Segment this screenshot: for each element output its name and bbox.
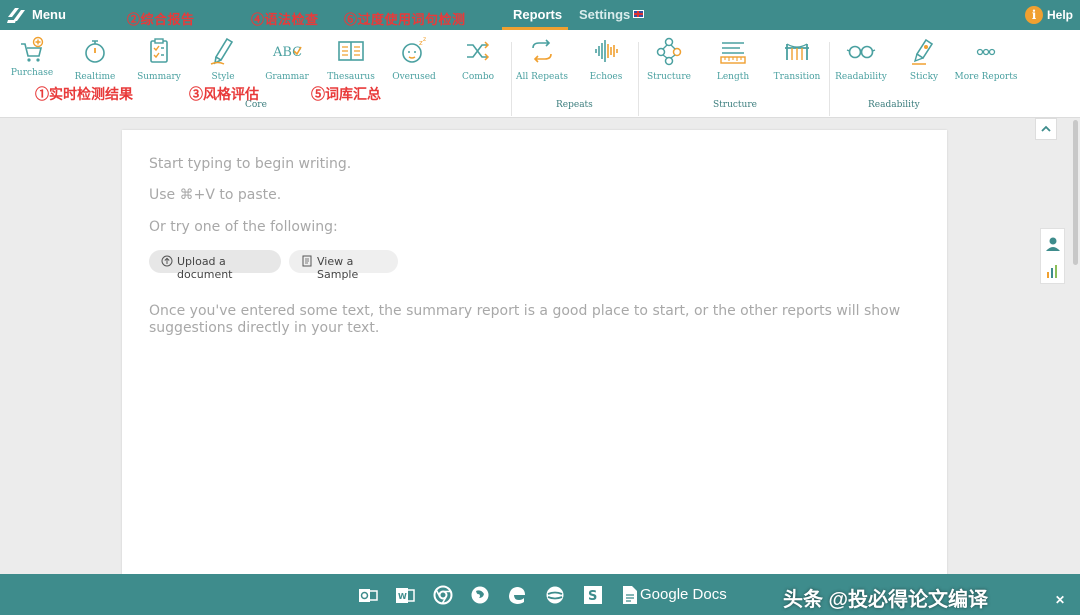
group-label-structure: Structure [713, 100, 757, 110]
tool-combo-label: Combo [461, 72, 495, 82]
svg-text:W: W [398, 592, 407, 601]
chevron-up-icon [1041, 125, 1051, 132]
view-sample-label: View a Sample [317, 255, 359, 281]
tool-overused-label: Overused [392, 72, 436, 82]
clipboard-icon [150, 38, 168, 63]
tool-purchase[interactable]: Purchase [0, 36, 64, 78]
outlook-icon[interactable] [358, 585, 378, 605]
tool-summary[interactable]: Summary [127, 36, 191, 82]
info-icon[interactable]: i [1025, 6, 1043, 24]
tab-settings-label: Settings [579, 7, 631, 22]
tool-readability[interactable]: Readability [829, 36, 893, 82]
bridge-icon [785, 43, 809, 60]
tool-echoes-label: Echoes [589, 72, 623, 82]
tool-more-reports-label: More Reports [954, 72, 1018, 82]
stats-bars-icon[interactable] [1041, 257, 1065, 283]
upload-document-button[interactable]: Upload a document [149, 250, 281, 281]
placeholder-line-1: Start typing to begin writing. [149, 156, 352, 172]
tool-grammar[interactable]: ABC Grammar [255, 36, 319, 82]
side-panel [1040, 228, 1065, 284]
svg-text:S: S [588, 589, 597, 604]
abc-check-icon: ABC [272, 45, 302, 60]
glue-icon [912, 38, 934, 65]
scrollbar-thumb[interactable] [1073, 120, 1078, 265]
tool-purchase-label: Purchase [10, 68, 54, 78]
annotation-overused: ⑥过度使用词句检测 [344, 12, 466, 27]
tool-realtime[interactable]: Realtime [63, 36, 127, 82]
stopwatch-icon [85, 40, 105, 63]
annotation-summary: ②综合报告 [127, 12, 195, 27]
safari-icon[interactable] [545, 585, 565, 605]
tool-readability-label: Readability [835, 72, 887, 82]
book-icon [338, 41, 364, 61]
group-label-repeats: Repeats [556, 100, 593, 110]
ruler-icon [720, 42, 746, 64]
top-bar: Menu ②综合报告 ④语法检查 ⑥过度使用词句检测 Reports Setti… [0, 0, 1080, 30]
firefox-icon[interactable] [470, 585, 490, 605]
pen-icon [210, 37, 234, 65]
tool-transition[interactable]: Transition [765, 36, 829, 82]
glasses-icon [846, 45, 876, 59]
watermark: 头条 @投必得论文编译 [783, 589, 989, 611]
tool-structure-label: Structure [647, 72, 691, 82]
shuffle-icon [467, 41, 490, 61]
tool-length[interactable]: Length [701, 36, 765, 82]
tool-all-repeats[interactable]: All Repeats [510, 36, 574, 82]
summary-hint: Once you've entered some text, the summa… [149, 303, 901, 336]
tool-style-label: Style [211, 72, 235, 82]
tool-realtime-label: Realtime [74, 72, 116, 82]
tool-style[interactable]: Style [191, 36, 255, 82]
cart-plus-icon [21, 36, 44, 62]
sleepy-face-icon: z z [402, 36, 426, 63]
integrations-bar: W S Google Docs 头条 @投必得论文编译 ✕ [0, 574, 1080, 615]
word-icon[interactable]: W [395, 585, 415, 605]
tab-reports[interactable]: Reports [513, 7, 562, 22]
repeat-arrows-icon [532, 39, 552, 63]
annotation-thesaurus: ⑤词库汇总 [311, 86, 381, 102]
tool-echoes[interactable]: Echoes [574, 36, 638, 82]
tab-settings[interactable]: Settings [579, 7, 645, 22]
tool-summary-label: Summary [137, 72, 181, 82]
soundwave-icon [595, 40, 618, 62]
tool-transition-label: Transition [773, 72, 821, 82]
placeholder-line-3: Or try one of the following: [149, 219, 338, 235]
edge-icon[interactable] [507, 585, 527, 605]
help-button[interactable]: Help [1047, 8, 1073, 22]
uk-flag-icon [633, 10, 645, 18]
document-icon [302, 255, 312, 267]
upload-document-label: Upload a document [177, 255, 233, 281]
chrome-icon[interactable] [433, 585, 453, 605]
person-icon[interactable] [1041, 231, 1065, 257]
tool-all-repeats-label: All Repeats [516, 72, 568, 82]
tool-thesaurus-label: Thesaurus [327, 72, 375, 82]
collapse-toolbar-button[interactable] [1035, 118, 1057, 140]
upload-icon [161, 255, 173, 267]
scrivener-icon[interactable]: S [583, 585, 603, 605]
document-editor[interactable]: Start typing to begin writing. Use ⌘+V t… [122, 130, 947, 580]
google-docs-icon[interactable] [620, 585, 640, 605]
annotation-realtime: ①实时检测结果 [35, 86, 133, 102]
close-icon[interactable]: ✕ [1055, 593, 1065, 607]
prowritingaid-logo[interactable] [6, 5, 28, 25]
placeholder-line-2: Use ⌘+V to paste. [149, 187, 282, 203]
menu-button[interactable]: Menu [32, 7, 66, 22]
svg-text:z: z [423, 36, 426, 43]
tool-length-label: Length [716, 72, 750, 82]
view-sample-button[interactable]: View a Sample [289, 250, 398, 281]
tool-sticky-label: Sticky [909, 72, 939, 82]
group-label-readability: Readability [868, 100, 920, 110]
more-dots-icon [976, 48, 996, 56]
tool-grammar-label: Grammar [265, 72, 309, 82]
tool-combo[interactable]: Combo [446, 36, 510, 82]
annotation-style: ③风格评估 [189, 86, 259, 102]
tool-overused[interactable]: z z Overused [382, 36, 446, 82]
tool-more-reports[interactable]: More Reports [950, 36, 1022, 82]
reports-toolbar: Purchase Realtime Summary Style ABC Gram… [0, 30, 1080, 118]
annotation-grammar: ④语法检查 [251, 12, 319, 27]
tool-thesaurus[interactable]: Thesaurus [319, 36, 383, 82]
google-docs-label[interactable]: Google Docs [640, 586, 727, 603]
tool-structure[interactable]: Structure [637, 36, 701, 82]
tool-sticky[interactable]: Sticky [892, 36, 956, 82]
network-icon [656, 37, 682, 66]
